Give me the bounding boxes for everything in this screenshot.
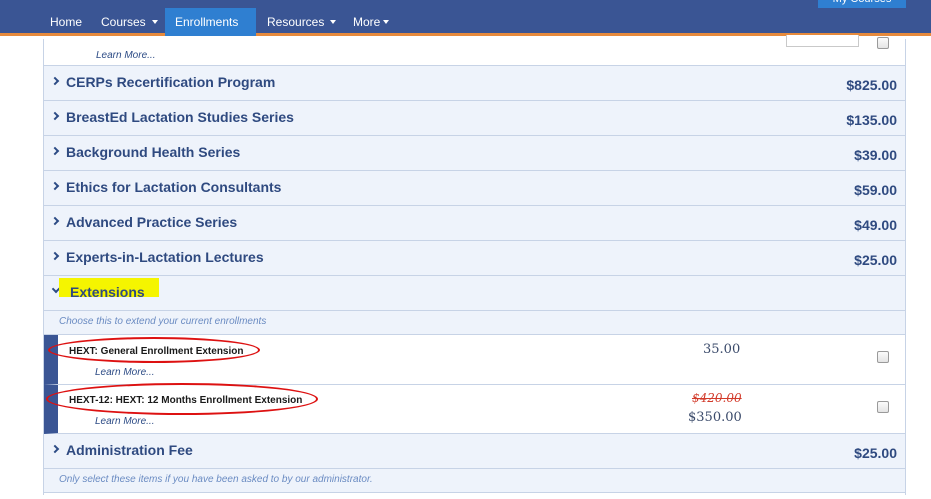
category-title: Extensions xyxy=(70,284,145,300)
nav-courses[interactable]: Courses xyxy=(91,8,168,36)
item-price: $350.00 xyxy=(688,410,742,425)
category-title: Background Health Series xyxy=(66,144,241,160)
list-item: HEXT: General Enrollment Extension Learn… xyxy=(44,335,905,385)
category-row[interactable]: Experts-in-Lactation Lectures $25.00 xyxy=(44,241,905,276)
chevron-right-icon xyxy=(50,111,60,121)
category-price: $135.00 xyxy=(846,112,897,128)
old-price: $420.00 xyxy=(692,391,742,405)
chevron-right-icon xyxy=(50,251,60,261)
my-courses-button[interactable]: My Courses xyxy=(818,0,906,8)
select-checkbox[interactable] xyxy=(877,401,889,413)
quantity-select[interactable] xyxy=(786,35,859,47)
nav-resources[interactable]: Resources xyxy=(257,8,346,36)
item-name: HEXT: General Enrollment Extension xyxy=(69,346,244,357)
nav-home-label: Home xyxy=(50,15,83,29)
chevron-right-icon xyxy=(50,216,60,226)
category-price: $25.00 xyxy=(854,252,897,268)
learn-more-link[interactable]: Learn More... xyxy=(96,50,155,61)
category-row-extensions[interactable]: Extensions xyxy=(44,276,905,311)
admin-fee-note: Only select these items if you have been… xyxy=(44,469,905,493)
nav-enrollments-label: Enrollments xyxy=(175,15,239,29)
top-navbar: My Courses Home Courses Enrollments Reso… xyxy=(0,0,931,52)
category-price: $59.00 xyxy=(854,182,897,198)
category-price: $49.00 xyxy=(854,217,897,233)
learn-more-link[interactable]: Learn More... xyxy=(95,416,154,427)
category-title: BreastEd Lactation Studies Series xyxy=(66,109,294,125)
category-row[interactable]: Advanced Practice Series $49.00 xyxy=(44,206,905,241)
category-row[interactable]: CERPs Recertification Program $825.00 xyxy=(44,66,905,101)
chevron-right-icon xyxy=(50,146,60,156)
category-title: Ethics for Lactation Consultants xyxy=(66,179,282,195)
chevron-right-icon xyxy=(50,181,60,191)
select-checkbox[interactable] xyxy=(877,37,889,49)
category-price: $825.00 xyxy=(846,77,897,93)
nav-resources-label: Resources xyxy=(267,15,325,29)
caret-down-icon xyxy=(383,19,390,24)
learn-more-link[interactable]: Learn More... xyxy=(95,367,154,378)
category-title: Experts-in-Lactation Lectures xyxy=(66,249,264,265)
caret-down-icon xyxy=(151,19,158,24)
nav-enrollments[interactable]: Enrollments xyxy=(165,8,256,52)
category-title: CERPs Recertification Program xyxy=(66,74,276,90)
category-row[interactable]: Administration Fee $25.00 xyxy=(44,434,905,469)
note-text: Only select these items if you have been… xyxy=(59,474,373,485)
item-name: HEXT-12: HEXT: 12 Months Enrollment Exte… xyxy=(69,395,303,406)
caret-down-icon xyxy=(330,19,337,24)
category-title: Advanced Practice Series xyxy=(66,214,238,230)
category-row[interactable]: Background Health Series $39.00 xyxy=(44,136,905,171)
enrollment-list: Learn More... CERPs Recertification Prog… xyxy=(43,35,906,495)
partial-course-item: Learn More... xyxy=(44,35,905,66)
chevron-right-icon xyxy=(50,76,60,86)
nav-home[interactable]: Home xyxy=(40,8,92,36)
chevron-right-icon xyxy=(50,444,60,454)
select-checkbox[interactable] xyxy=(877,351,889,363)
category-row[interactable]: BreastEd Lactation Studies Series $135.0… xyxy=(44,101,905,136)
note-text: Choose this to extend your current enrol… xyxy=(59,316,267,327)
category-row[interactable]: Ethics for Lactation Consultants $59.00 xyxy=(44,171,905,206)
nav-courses-label: Courses xyxy=(101,15,146,29)
extensions-note: Choose this to extend your current enrol… xyxy=(44,311,905,335)
item-price: 35.00 xyxy=(703,342,741,357)
category-price: $39.00 xyxy=(854,147,897,163)
nav-more[interactable]: More xyxy=(343,8,399,36)
nav-more-label: More xyxy=(353,15,381,29)
category-price: $25.00 xyxy=(854,445,897,461)
category-title: Administration Fee xyxy=(66,442,193,458)
list-item: HEXT-12: HEXT: 12 Months Enrollment Exte… xyxy=(44,383,905,434)
